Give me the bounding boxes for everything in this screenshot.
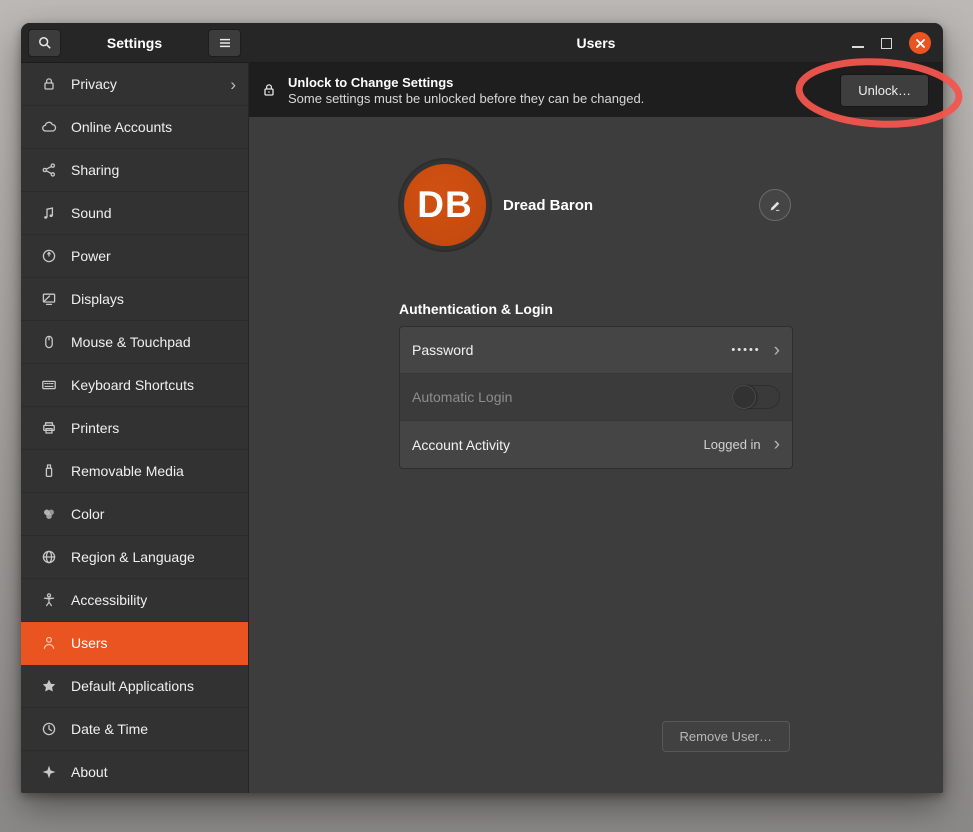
sidebar-item-date-time[interactable]: Date & Time: [21, 708, 248, 751]
chevron-right-icon: ›: [774, 435, 780, 454]
unlock-banner-title: Unlock to Change Settings: [288, 74, 830, 91]
row-value: Logged in: [704, 437, 761, 452]
sidebar-item-label: Region & Language: [71, 549, 236, 565]
chevron-right-icon: ›: [230, 76, 236, 93]
sidebar-item-about[interactable]: About: [21, 751, 248, 793]
unlock-banner: Unlock to Change Settings Some settings …: [249, 63, 943, 117]
sidebar-item-label: Mouse & Touchpad: [71, 334, 236, 350]
row-account-activity[interactable]: Account ActivityLogged in ›: [400, 421, 792, 468]
row-label: Automatic Login: [412, 389, 732, 405]
sidebar-item-displays[interactable]: Displays: [21, 278, 248, 321]
star-icon: [41, 678, 57, 694]
sidebar-item-label: Displays: [71, 291, 236, 307]
sidebar-item-privacy[interactable]: Privacy ›: [21, 63, 248, 106]
sidebar-item-label: Sharing: [71, 162, 236, 178]
section-heading: Authentication & Login: [399, 301, 793, 317]
sidebar-item-label: Printers: [71, 420, 236, 436]
sidebar-item-label: Accessibility: [71, 592, 236, 608]
lock-icon: [261, 82, 278, 99]
desktop: { "window": { "sidebar_title": "Settings…: [0, 0, 973, 832]
toggle-knob: [732, 385, 756, 409]
row-label: Password: [412, 342, 731, 358]
minimize-icon[interactable]: [852, 46, 864, 48]
sidebar-title: Settings: [61, 35, 208, 51]
main-pane: Users Unlock to Change Settings Some set…: [249, 23, 943, 793]
sidebar-item-color[interactable]: Color: [21, 493, 248, 536]
maximize-icon[interactable]: [881, 38, 892, 49]
globe-icon: [41, 549, 57, 565]
cloud-icon: [41, 119, 57, 135]
display-icon: [41, 291, 57, 307]
row-value: •••••: [731, 344, 760, 356]
hamburger-menu-icon: [217, 35, 233, 51]
clock-icon: [41, 721, 57, 737]
search-button[interactable]: [28, 29, 61, 57]
auth-login-card: Password••••• › Automatic Login Account Act…: [399, 326, 793, 469]
sidebar-item-region-language[interactable]: Region & Language: [21, 536, 248, 579]
unlock-banner-subtitle: Some settings must be unlocked before th…: [288, 91, 830, 107]
sidebar-item-keyboard-shortcuts[interactable]: Keyboard Shortcuts: [21, 364, 248, 407]
sidebar-item-label: Sound: [71, 205, 236, 221]
window-controls: [852, 23, 931, 63]
unlock-banner-texts: Unlock to Change Settings Some settings …: [288, 74, 830, 107]
sidebar-item-label: Privacy: [71, 76, 216, 92]
sidebar-item-label: Color: [71, 506, 236, 522]
sidebar-item-label: Power: [71, 248, 236, 264]
person-icon: [41, 635, 57, 651]
user-full-name: Dread Baron: [503, 197, 593, 214]
sidebar-item-online-accounts[interactable]: Online Accounts: [21, 106, 248, 149]
share-icon: [41, 162, 57, 178]
sidebar-item-accessibility[interactable]: Accessibility: [21, 579, 248, 622]
edit-name-button[interactable]: [759, 189, 791, 221]
avatar[interactable]: DB: [404, 164, 486, 246]
accessibility-icon: [41, 592, 57, 608]
power-icon: [41, 248, 57, 264]
page-title: Users: [577, 35, 616, 51]
sidebar-header: Settings: [21, 23, 248, 63]
sidebar-item-printers[interactable]: Printers: [21, 407, 248, 450]
sidebar-item-mouse-touchpad[interactable]: Mouse & Touchpad: [21, 321, 248, 364]
sidebar-item-label: Default Applications: [71, 678, 236, 694]
printer-icon: [41, 420, 57, 436]
sidebar-item-power[interactable]: Power: [21, 235, 248, 278]
flash-drive-icon: [41, 463, 57, 479]
sidebar-item-default-applications[interactable]: Default Applications: [21, 665, 248, 708]
music-note-icon: [41, 205, 57, 221]
search-icon: [37, 35, 53, 51]
chevron-right-icon: ›: [774, 341, 780, 360]
mouse-icon: [41, 334, 57, 350]
row-automatic-login: Automatic Login: [400, 374, 792, 421]
sidebar: Settings Privacy › Online Accounts Sharing S…: [21, 23, 249, 793]
automatic-login-toggle[interactable]: [732, 385, 780, 409]
sidebar-item-label: Date & Time: [71, 721, 236, 737]
sidebar-item-label: Online Accounts: [71, 119, 236, 135]
sidebar-item-label: Removable Media: [71, 463, 236, 479]
sidebar-item-sound[interactable]: Sound: [21, 192, 248, 235]
row-label: Account Activity: [412, 437, 704, 453]
menu-button[interactable]: [208, 29, 241, 57]
avatar-initials: DB: [417, 184, 472, 226]
users-panel: DB Dread Baron Authentication & Login Pa…: [249, 117, 943, 793]
sidebar-item-label: Keyboard Shortcuts: [71, 377, 236, 393]
close-icon[interactable]: [909, 32, 931, 54]
sidebar-item-label: About: [71, 764, 236, 780]
sidebar-item-sharing[interactable]: Sharing: [21, 149, 248, 192]
sidebar-item-label: Users: [71, 635, 236, 651]
titlebar: Users: [249, 23, 943, 63]
unlock-button[interactable]: Unlock…: [840, 74, 929, 107]
lock-icon: [41, 76, 57, 92]
sidebar-item-users[interactable]: Users: [21, 622, 248, 665]
remove-user-button[interactable]: Remove User…: [662, 721, 790, 752]
keyboard-icon: [41, 377, 57, 393]
sidebar-item-removable-media[interactable]: Removable Media: [21, 450, 248, 493]
sparkle-icon: [41, 764, 57, 780]
row-password[interactable]: Password••••• ›: [400, 327, 792, 374]
color-icon: [41, 506, 57, 522]
pencil-icon: [768, 198, 782, 212]
user-identity-row: DB Dread Baron: [399, 157, 793, 253]
sidebar-list: Privacy › Online Accounts Sharing Sound Power…: [21, 63, 248, 793]
settings-window: Settings Privacy › Online Accounts Sharing S…: [21, 23, 943, 793]
user-settings-column: DB Dread Baron Authentication & Login Pa…: [399, 117, 793, 469]
